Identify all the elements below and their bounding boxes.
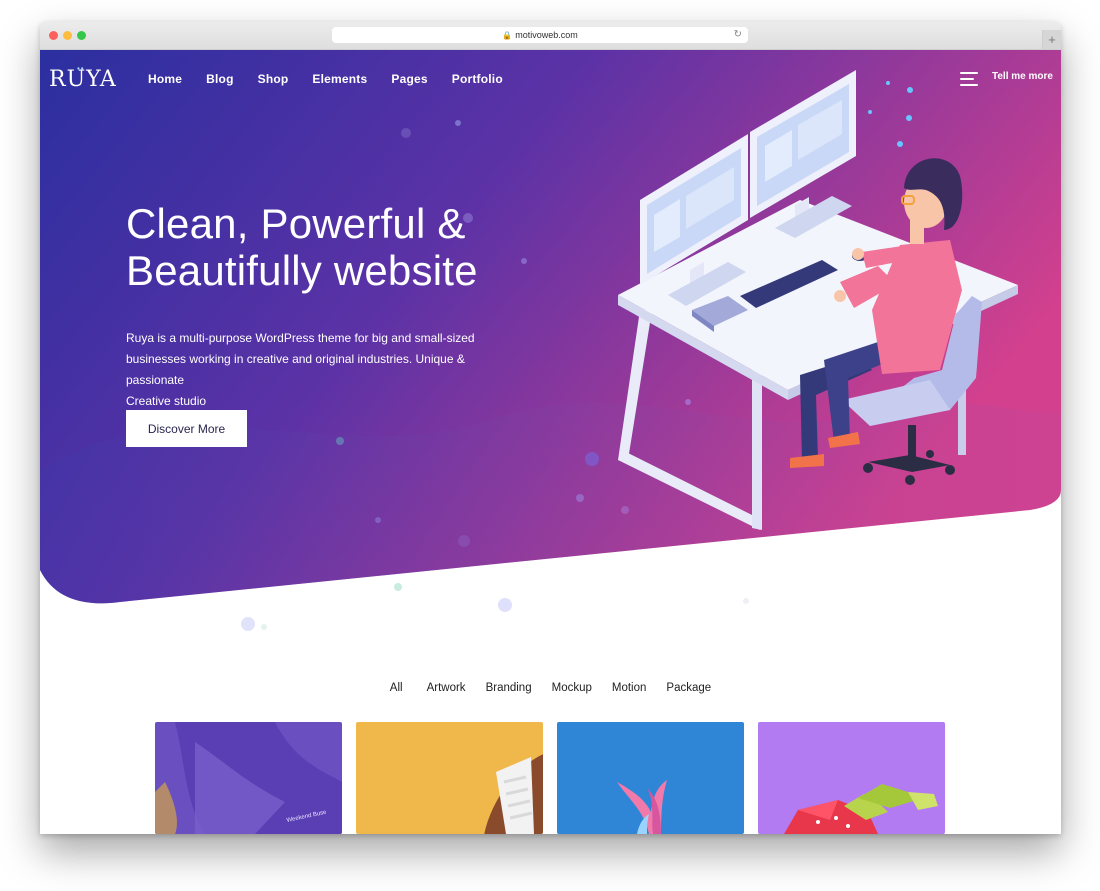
filter-package[interactable]: Package (666, 682, 711, 694)
hero-description-line1: Ruya is a multi-purpose WordPress theme … (126, 331, 475, 345)
url-text: motivoweb.com (515, 30, 578, 40)
address-bar[interactable]: 🔒 motivoweb.com ↻ (332, 27, 748, 43)
nav-home[interactable]: Home (148, 72, 182, 86)
nav-pages[interactable]: Pages (391, 72, 427, 86)
nav-portfolio[interactable]: Portfolio (452, 72, 503, 86)
filter-artwork[interactable]: Artwork (427, 682, 466, 694)
filter-mockup[interactable]: Mockup (552, 682, 592, 694)
hero-title-line2: Beautifully website (126, 247, 478, 294)
hero-description: Ruya is a multi-purpose WordPress theme … (126, 328, 526, 412)
hero-title-line1: Clean, Powerful & (126, 200, 466, 247)
reload-icon[interactable]: ↻ (734, 27, 742, 43)
filter-all[interactable]: All (390, 682, 403, 694)
new-tab-button[interactable]: + (1042, 30, 1061, 49)
browser-toolbar: 🔒 motivoweb.com ↻ + (40, 22, 1061, 50)
nav-blog[interactable]: Blog (206, 72, 233, 86)
maximize-window-button[interactable] (77, 31, 86, 40)
hero-title: Clean, Powerful & Beautifully website (126, 200, 606, 294)
main-navigation: Home Blog Shop Elements Pages Portfolio (148, 72, 527, 86)
browser-window: 🔒 motivoweb.com ↻ + RUYA •• Home Blog Sh… (40, 22, 1061, 834)
portfolio-card-purple-jacket[interactable]: Weekend Buse (155, 722, 342, 834)
hero-description-line3: Creative studio (126, 394, 207, 408)
filter-motion[interactable]: Motion (612, 682, 647, 694)
logo-dots-icon: •• (77, 64, 85, 73)
lock-icon: 🔒 (502, 31, 513, 40)
minimize-window-button[interactable] (63, 31, 72, 40)
portfolio-card-football[interactable] (356, 722, 543, 834)
close-window-button[interactable] (49, 31, 58, 40)
portfolio-filters: All Artwork Branding Mockup Motion Packa… (40, 682, 1061, 694)
filter-branding[interactable]: Branding (486, 682, 532, 694)
hero-description-line2: businesses working in creative and origi… (126, 352, 465, 387)
discover-more-button[interactable]: Discover More (126, 410, 247, 447)
page-viewport: RUYA •• Home Blog Shop Elements Pages Po… (40, 50, 1061, 834)
portfolio-card-strawberry[interactable] (758, 722, 945, 834)
nav-shop[interactable]: Shop (258, 72, 289, 86)
portfolio-card-pineapple[interactable] (557, 722, 744, 834)
portfolio-grid: Weekend Buse (155, 722, 947, 834)
decorative-dots (241, 583, 749, 631)
nav-elements[interactable]: Elements (312, 72, 367, 86)
workspace-illustration (618, 70, 1018, 530)
